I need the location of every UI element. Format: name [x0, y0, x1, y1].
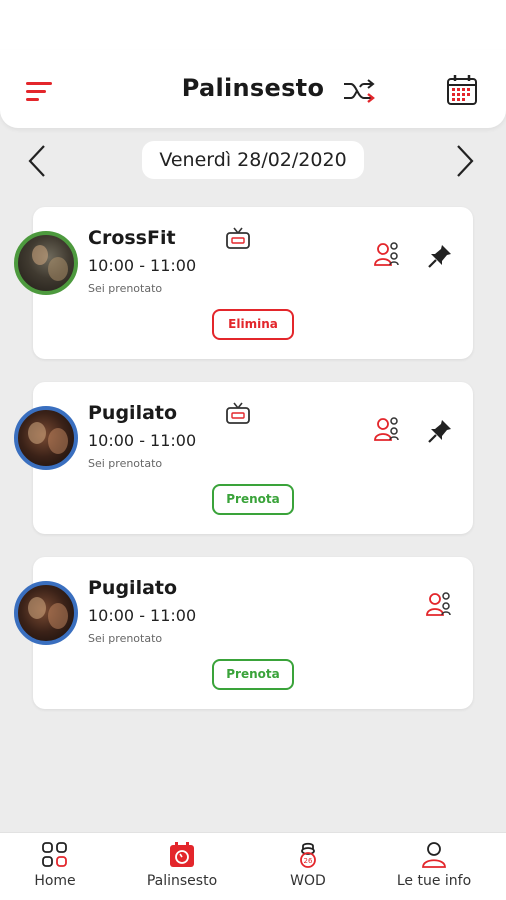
- nav-label: WOD: [290, 873, 326, 889]
- svg-text:26: 26: [304, 857, 313, 865]
- participants-icon[interactable]: [425, 591, 453, 617]
- class-avatar: [14, 406, 78, 470]
- class-card[interactable]: Pugilato 10:00 - 11:00 Sei prenotato Pre…: [14, 557, 473, 709]
- class-name: Pugilato: [88, 577, 178, 599]
- next-day-arrow-icon[interactable]: [452, 144, 476, 178]
- pin-icon[interactable]: [427, 418, 453, 444]
- delete-booking-button[interactable]: Elimina: [212, 309, 294, 340]
- bottom-navigation: Home Palinsesto 26 WOD Le tue info: [0, 832, 506, 900]
- book-button[interactable]: Prenota: [212, 484, 294, 515]
- tv-icon: [226, 402, 250, 424]
- participants-icon[interactable]: [373, 241, 401, 267]
- class-card[interactable]: CrossFit 10:00 - 11:00 Sei prenotato Eli…: [14, 207, 473, 359]
- tv-icon: [226, 227, 250, 249]
- wod-icon: 26: [300, 842, 316, 868]
- pin-icon[interactable]: [427, 243, 453, 269]
- nav-label: Palinsesto: [146, 873, 218, 889]
- home-grid-icon: [42, 842, 67, 867]
- app-header: Palinsesto: [0, 50, 506, 128]
- class-avatar: [14, 231, 78, 295]
- date-navigator: Venerdì 28/02/2020: [0, 138, 506, 184]
- class-time: 10:00 - 11:00: [88, 431, 197, 450]
- nav-le-tue-info[interactable]: Le tue info: [371, 841, 497, 889]
- book-button[interactable]: Prenota: [212, 659, 294, 690]
- booking-status: Sei prenotato: [88, 282, 163, 295]
- class-name: CrossFit: [88, 227, 176, 249]
- previous-day-arrow-icon[interactable]: [26, 144, 50, 178]
- class-name: Pugilato: [88, 402, 178, 424]
- calendar-icon[interactable]: [446, 74, 478, 106]
- nav-home[interactable]: Home: [0, 841, 118, 889]
- class-card[interactable]: Pugilato 10:00 - 11:00 Sei prenotato Pre…: [14, 382, 473, 534]
- booking-status: Sei prenotato: [88, 632, 163, 645]
- profile-icon: [422, 842, 446, 868]
- calendar-active-icon: [170, 842, 194, 867]
- current-date[interactable]: Venerdì 28/02/2020: [142, 141, 364, 179]
- class-time: 10:00 - 11:00: [88, 256, 197, 275]
- participants-icon[interactable]: [373, 416, 401, 442]
- nav-palinsesto[interactable]: Palinsesto: [119, 841, 245, 889]
- nav-label: Home: [34, 873, 76, 889]
- booking-status: Sei prenotato: [88, 457, 163, 470]
- nav-label: Le tue info: [396, 873, 472, 889]
- class-avatar: [14, 581, 78, 645]
- page-title: Palinsesto: [181, 74, 325, 102]
- shuffle-icon[interactable]: [342, 76, 376, 106]
- class-time: 10:00 - 11:00: [88, 606, 197, 625]
- nav-wod[interactable]: 26 WOD: [245, 841, 371, 889]
